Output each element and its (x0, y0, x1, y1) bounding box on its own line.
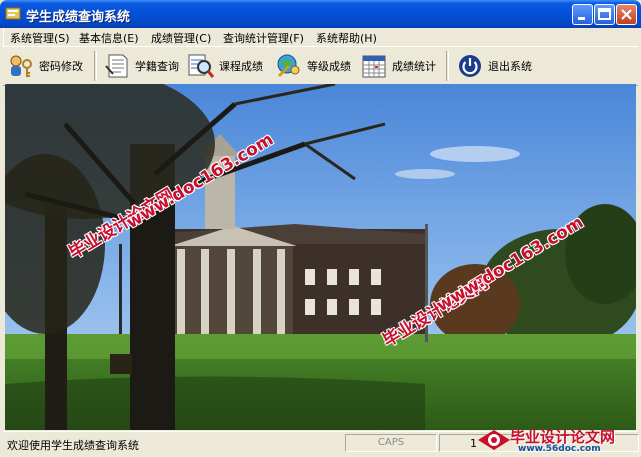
password-change-button[interactable]: 密码修改 (7, 51, 83, 81)
caps-indicator: CAPS (345, 434, 437, 452)
title-bar[interactable]: 学生成绩查询系统 (0, 0, 641, 28)
menu-query-statistics[interactable]: 查询统计管理(F) (223, 30, 304, 46)
minimize-icon (578, 17, 585, 20)
document-icon (105, 54, 128, 78)
toolbar-separator (94, 51, 97, 81)
exit-system-label: 退出系统 (488, 60, 532, 73)
enrollment-query-button[interactable]: 学籍查询 (103, 51, 179, 81)
logo-icon (478, 430, 510, 450)
minimize-button[interactable] (572, 4, 593, 25)
enrollment-query-label: 学籍查询 (135, 60, 179, 73)
toolbar-separator (446, 51, 449, 81)
close-icon (621, 9, 632, 20)
keys-user-icon (10, 55, 32, 77)
background-photo: 毕业设计论文网 www.doc163.com 毕业设计论文网 www.doc16… (5, 84, 636, 430)
status-welcome-text: 欢迎使用学生成绩查询系统 (7, 439, 139, 452)
menu-bar: 系统管理(S) 基本信息(E) 成绩管理(C) 查询统计管理(F) 系统帮助(H… (3, 28, 639, 46)
menu-system[interactable]: 系统管理(S) (10, 30, 70, 46)
menu-grade-management[interactable]: 成绩管理(C) (151, 30, 211, 46)
course-grades-button[interactable]: 课程成绩 (187, 51, 263, 81)
maximize-icon (598, 8, 611, 20)
calendar-grid-icon (362, 55, 386, 78)
toolbar: 密码修改 学籍查询 课程成绩 等级成绩 成绩统计 退出系统 (3, 46, 638, 86)
maximize-button[interactable] (594, 4, 615, 25)
menu-basic-info[interactable]: 基本信息(E) (79, 30, 139, 46)
site-logo-watermark: 毕业设计论文网 www.56doc.com (474, 424, 638, 457)
level-grades-button[interactable]: 等级成绩 (275, 51, 351, 81)
app-icon (5, 7, 21, 20)
menu-help[interactable]: 系统帮助(H) (316, 30, 377, 46)
close-button[interactable] (616, 4, 637, 25)
power-icon (459, 55, 481, 77)
magnifier-report-icon (188, 54, 215, 78)
window-title: 学生成绩查询系统 (26, 10, 131, 25)
exit-system-button[interactable]: 退出系统 (456, 51, 532, 81)
grade-statistics-label: 成绩统计 (392, 60, 436, 73)
grade-statistics-button[interactable]: 成绩统计 (360, 51, 436, 81)
course-grades-label: 课程成绩 (219, 60, 263, 73)
logo-url: www.56doc.com (518, 444, 601, 454)
globe-magnifier-icon (277, 54, 300, 78)
password-change-label: 密码修改 (39, 60, 83, 73)
level-grades-label: 等级成绩 (307, 60, 351, 73)
